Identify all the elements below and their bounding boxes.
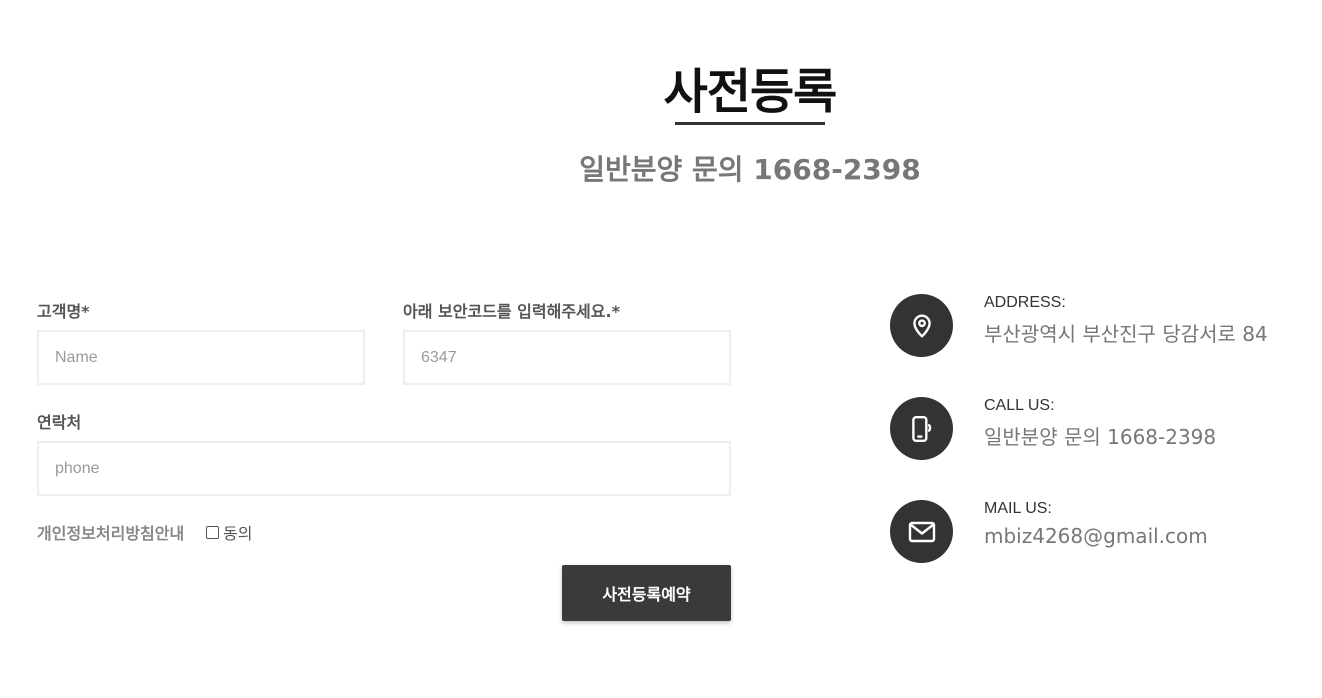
address-info: ADDRESS: 부산광역시 부산진구 당감서로 84	[890, 294, 1310, 358]
name-input[interactable]	[37, 330, 365, 385]
phone-input[interactable]	[37, 441, 731, 496]
address-heading: ADDRESS:	[984, 294, 1066, 311]
call-value: 일반분양 문의 1668-2398	[984, 425, 1217, 449]
agree-checkbox-group[interactable]: 동의	[206, 520, 252, 544]
mobile-phone-icon	[890, 397, 953, 460]
mail-heading: MAIL US:	[984, 500, 1052, 517]
privacy-policy-label[interactable]: 개인정보처리방침안내	[37, 520, 184, 544]
name-label: 고객명*	[37, 302, 90, 321]
agree-label[interactable]: 동의	[223, 520, 252, 544]
submit-button[interactable]: 사전등록예약	[562, 565, 731, 621]
call-heading: CALL US:	[984, 397, 1055, 414]
address-value: 부산광역시 부산진구 당감서로 84	[984, 322, 1268, 346]
mail-value[interactable]: mbiz4268@gmail.com	[984, 524, 1208, 548]
mail-info: MAIL US: mbiz4268@gmail.com	[890, 500, 1310, 564]
security-code-label: 아래 보안코드를 입력해주세요.*	[403, 302, 620, 321]
location-pin-icon	[890, 294, 953, 357]
page-title: 사전등록	[663, 64, 838, 120]
phone-label: 연락처	[37, 413, 82, 432]
envelope-icon	[890, 500, 953, 563]
security-code-input[interactable]	[403, 330, 731, 385]
call-info: CALL US: 일반분양 문의 1668-2398	[890, 397, 1310, 461]
agree-checkbox[interactable]	[206, 525, 219, 539]
title-underline	[675, 122, 825, 125]
page-subtitle: 일반분양 문의 1668-2398	[579, 153, 921, 186]
